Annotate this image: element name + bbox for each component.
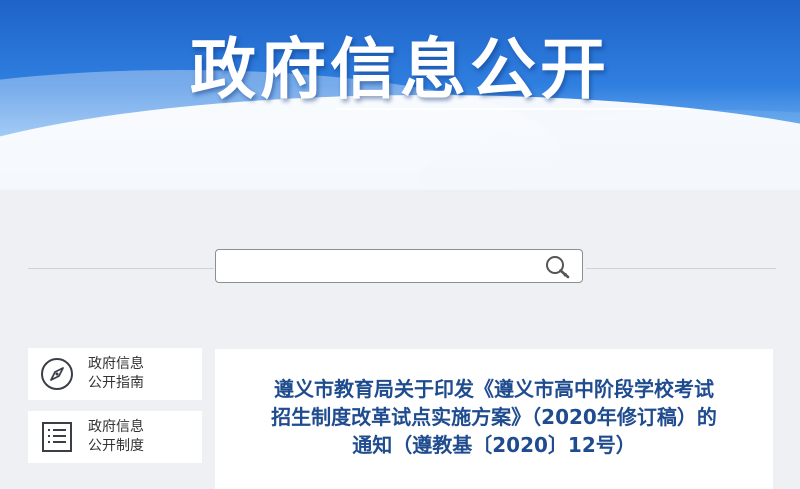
sidebar-item-guide[interactable]: 政府信息 公开指南	[28, 348, 202, 400]
sidebar-item-label: 政府信息 公开制度	[88, 419, 144, 454]
sidebar-item-policy[interactable]: 政府信息 公开制度	[28, 411, 202, 463]
title-underline	[335, 108, 690, 110]
search-bar[interactable]	[215, 249, 583, 283]
notice-panel: 遵义市教育局关于印发《遵义市高中阶段学校考试 招生制度改革试点实施方案》（202…	[215, 349, 773, 489]
header-banner: 政府信息公开	[0, 0, 800, 190]
search-icon[interactable]	[544, 254, 572, 280]
divider-right	[586, 268, 776, 269]
compass-icon	[40, 357, 74, 391]
divider-left	[28, 268, 214, 269]
notice-title[interactable]: 遵义市教育局关于印发《遵义市高中阶段学校考试 招生制度改革试点实施方案》（202…	[231, 375, 757, 459]
search-input[interactable]	[224, 256, 538, 278]
list-document-icon	[40, 420, 74, 454]
sidebar-item-label: 政府信息 公开指南	[88, 356, 144, 391]
page-title: 政府信息公开	[190, 31, 610, 108]
